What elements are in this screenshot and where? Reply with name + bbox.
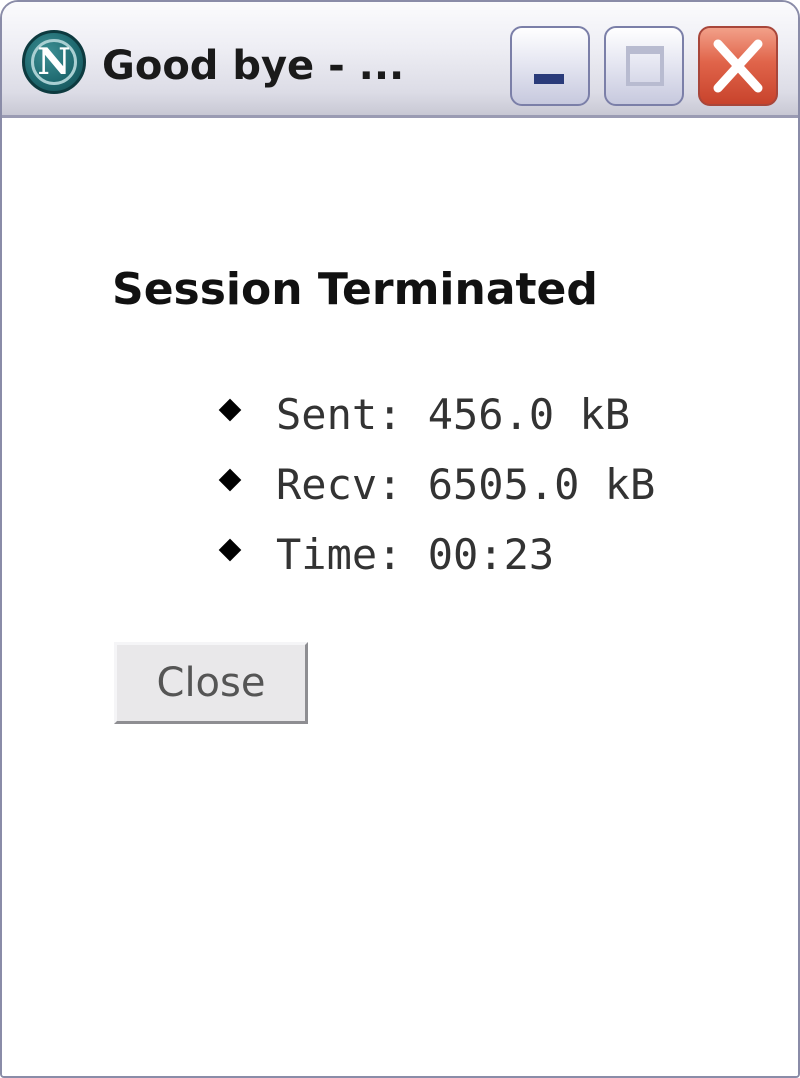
app-icon-letter: N bbox=[37, 41, 71, 83]
title-bar[interactable]: N Good bye - ... bbox=[2, 2, 798, 118]
diamond-bullet-icon bbox=[218, 468, 242, 492]
maximize-button[interactable] bbox=[604, 26, 684, 106]
close-icon bbox=[713, 39, 763, 93]
dialog-content: Session Terminated Sent: 456.0 kB Recv: … bbox=[2, 118, 798, 1076]
netscape-logo-icon: N bbox=[22, 30, 86, 94]
diamond-bullet-icon bbox=[218, 398, 242, 422]
diamond-bullet-icon bbox=[218, 538, 242, 562]
session-heading: Session Terminated bbox=[112, 264, 598, 315]
stat-recv-text: Recv: 6505.0 kB bbox=[276, 460, 656, 509]
close-button[interactable]: Close bbox=[114, 642, 308, 724]
minimize-icon bbox=[534, 74, 564, 84]
minimize-button[interactable] bbox=[510, 26, 590, 106]
window-title: Good bye - ... bbox=[102, 43, 405, 89]
stat-time-text: Time: 00:23 bbox=[276, 530, 555, 579]
window-close-button[interactable] bbox=[698, 26, 778, 106]
goodbye-dialog-window: N Good bye - ... Session Terminated Sent… bbox=[0, 0, 800, 1078]
maximize-icon bbox=[626, 46, 664, 86]
stat-sent-text: Sent: 456.0 kB bbox=[276, 390, 631, 439]
